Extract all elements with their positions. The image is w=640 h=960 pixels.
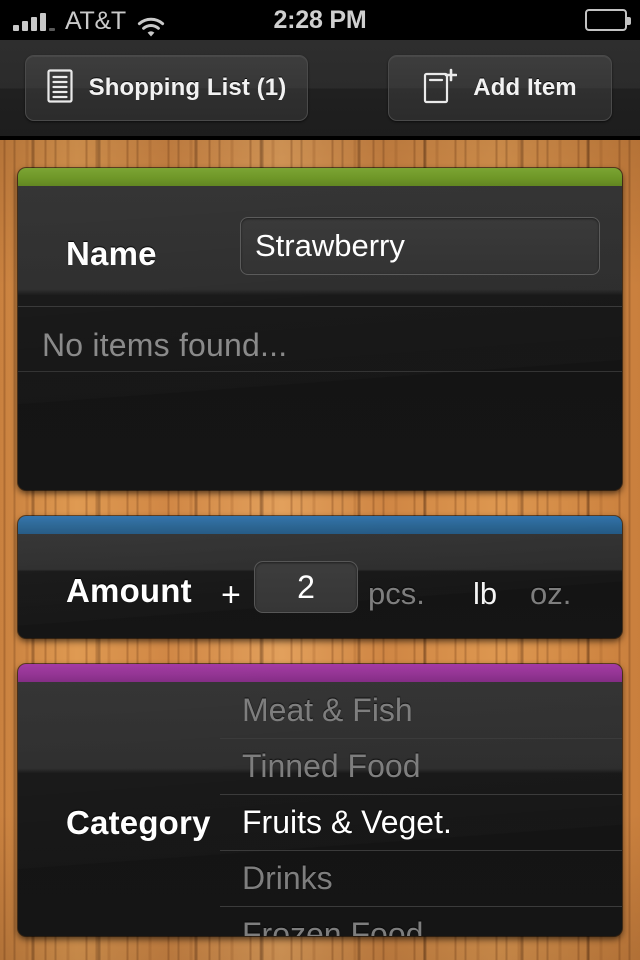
- name-label: Name: [66, 235, 157, 272]
- unit-option-lb[interactable]: lb: [473, 576, 497, 612]
- category-panel-body: Category Meat & Fish Tinned Food Fruits …: [18, 664, 622, 936]
- amount-label: Amount: [66, 572, 192, 609]
- clock-label: 2:28 PM: [273, 5, 367, 34]
- category-option-selected[interactable]: Fruits & Veget.: [220, 794, 622, 850]
- amount-panel-accent-bar: [18, 516, 622, 534]
- amount-value-field[interactable]: 2: [254, 561, 358, 613]
- status-bar: AT&T 2:28 PM: [0, 0, 640, 40]
- amount-increment-button[interactable]: +: [221, 576, 241, 615]
- category-label: Category: [66, 804, 211, 841]
- name-panel-body: Name No items found...: [18, 168, 622, 490]
- amount-panel: Amount + 2 pcs. lb oz.: [18, 516, 622, 638]
- name-panel: Name No items found...: [18, 168, 622, 490]
- app-screen: AT&T 2:28 PM Shopping List (1) Add Item …: [0, 0, 640, 960]
- top-toolbar: Shopping List (1) Add Item: [0, 40, 640, 138]
- amount-panel-body: Amount + 2 pcs. lb oz.: [18, 516, 622, 638]
- list-divider: [18, 371, 622, 372]
- category-panel: Category Meat & Fish Tinned Food Fruits …: [18, 664, 622, 936]
- add-item-button[interactable]: Add Item: [388, 55, 612, 121]
- add-item-button-label: Add Item: [473, 74, 577, 101]
- shopping-list-button-label: Shopping List (1): [88, 74, 287, 101]
- name-input[interactable]: [240, 217, 600, 275]
- name-panel-accent-bar: [18, 168, 622, 186]
- category-option[interactable]: Tinned Food: [220, 738, 622, 794]
- no-items-found-label: No items found...: [42, 327, 288, 363]
- document-plus-icon: [423, 68, 458, 109]
- list-document-icon: [47, 68, 73, 108]
- unit-option-oz[interactable]: oz.: [530, 576, 571, 612]
- category-option[interactable]: Meat & Fish: [220, 682, 622, 738]
- shopping-list-button[interactable]: Shopping List (1): [25, 55, 308, 121]
- category-option[interactable]: Drinks: [220, 850, 622, 906]
- name-suggestion-list: No items found...: [18, 306, 622, 490]
- category-option[interactable]: Frozen Food: [220, 906, 622, 936]
- unit-option-pcs[interactable]: pcs.: [368, 576, 425, 612]
- category-panel-accent-bar: [18, 664, 622, 682]
- category-picker[interactable]: Meat & Fish Tinned Food Fruits & Veget. …: [220, 682, 622, 936]
- battery-icon: [585, 9, 631, 31]
